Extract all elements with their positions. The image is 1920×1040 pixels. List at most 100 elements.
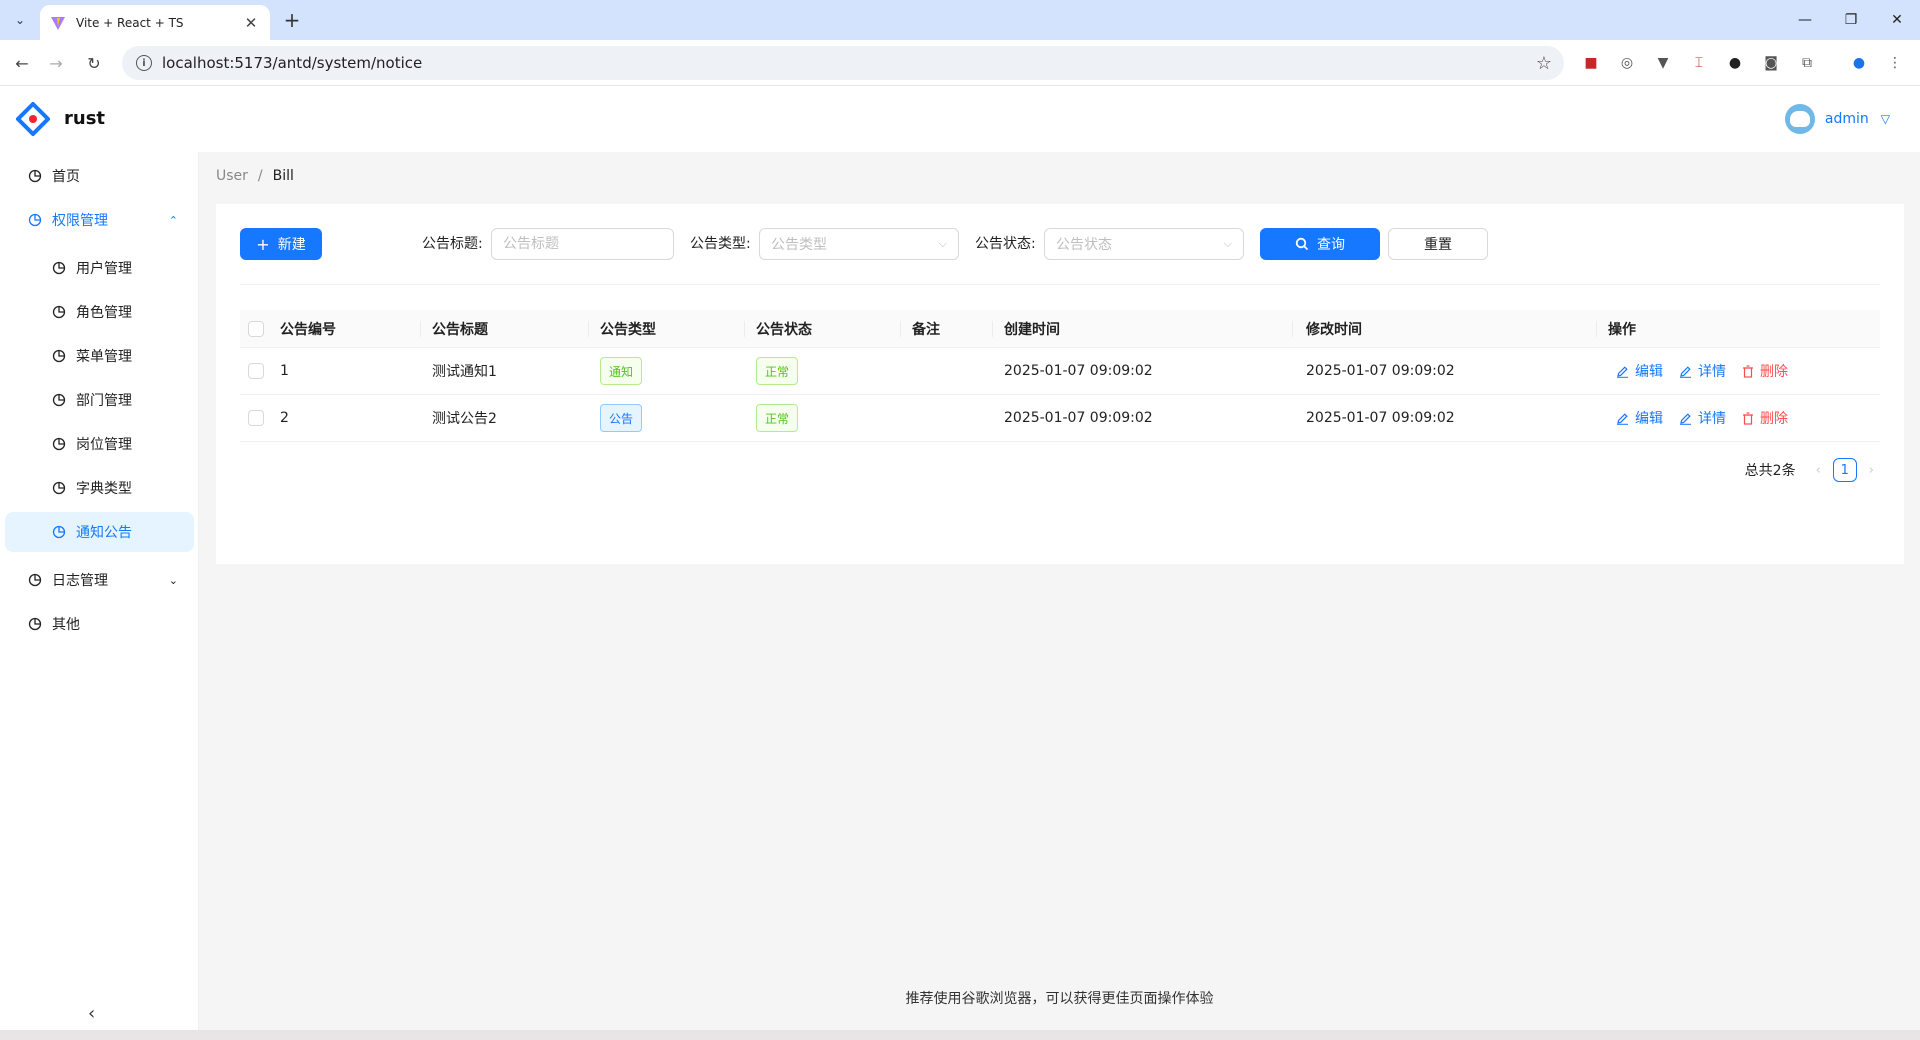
- main-card: + 新建 公告标题: 公告类型: 公告类型 ⌵ 公告状态: 公告状态 ⌵ 查询 …: [216, 204, 1904, 564]
- detail-action[interactable]: 详情: [1679, 361, 1726, 381]
- omnibox[interactable]: i localhost:5173/antd/system/notice ☆: [122, 46, 1564, 80]
- breadcrumb: User / Bill: [216, 168, 294, 184]
- delete-action[interactable]: 删除: [1742, 408, 1788, 428]
- status-tag: 正常: [756, 404, 799, 432]
- extension-camera-icon[interactable]: ◙: [1760, 52, 1782, 74]
- detail-action-label: 详情: [1698, 411, 1726, 427]
- row-checkbox[interactable]: [248, 410, 264, 426]
- pie-chart-icon: [52, 305, 66, 319]
- delete-action[interactable]: 删除: [1742, 361, 1788, 381]
- collapse-sidebar-icon[interactable]: ‹: [88, 1003, 95, 1024]
- extension-red-icon[interactable]: ■: [1580, 52, 1602, 74]
- pie-chart-icon: [52, 481, 66, 495]
- sidebar-item-departments[interactable]: 部门管理: [5, 380, 194, 420]
- reload-icon[interactable]: ↻: [82, 51, 106, 75]
- reset-button[interactable]: 重置: [1388, 228, 1488, 260]
- edit-action[interactable]: 编辑: [1616, 361, 1663, 381]
- forward-arrow-icon[interactable]: →: [44, 51, 68, 75]
- edit-action[interactable]: 编辑: [1616, 408, 1663, 428]
- app-header: rust admin ▽: [0, 86, 1920, 152]
- browser-menu-icon[interactable]: ⋮: [1884, 52, 1906, 74]
- avatar[interactable]: [1784, 104, 1815, 134]
- edit-action-label: 编辑: [1635, 411, 1663, 427]
- chevron-down-icon[interactable]: ▽: [1881, 112, 1890, 126]
- title-filter-label: 公告标题:: [422, 236, 483, 252]
- detail-action-label: 详情: [1698, 364, 1726, 380]
- type-filter-select[interactable]: 公告类型 ⌵: [759, 228, 959, 260]
- pie-chart-icon: [28, 573, 42, 587]
- new-tab-icon[interactable]: +: [280, 8, 304, 32]
- status-filter-label: 公告状态:: [975, 236, 1036, 252]
- minimize-icon[interactable]: —: [1790, 8, 1820, 32]
- notice-title: 测试通知1: [432, 364, 497, 380]
- sidebar-item-permission[interactable]: 权限管理 ⌃: [5, 200, 194, 240]
- search-button-label: 查询: [1317, 237, 1345, 253]
- column-header: 公告编号: [280, 321, 336, 338]
- pagination-total: 总共2条: [1744, 463, 1796, 479]
- sidebar-item-logs[interactable]: 日志管理 ⌄: [5, 560, 194, 600]
- pie-chart-icon: [52, 525, 66, 539]
- sidebar-item-posts[interactable]: 岗位管理: [5, 424, 194, 464]
- page-item-current[interactable]: 1: [1832, 458, 1857, 482]
- edit-icon: [1617, 412, 1628, 425]
- user-menu[interactable]: admin ▽: [1784, 104, 1890, 134]
- trash-icon: [1743, 364, 1753, 378]
- sidebar-item-label: 日志管理: [52, 573, 108, 589]
- sidebar-item-other[interactable]: 其他: [5, 604, 194, 644]
- extension-bear-icon[interactable]: ●: [1724, 52, 1746, 74]
- tab-title: Vite + React + TS: [76, 15, 184, 30]
- title-filter-input[interactable]: [491, 228, 674, 260]
- extension-flag-icon[interactable]: ⌶: [1688, 52, 1710, 74]
- browser-tab[interactable]: Vite + React + TS ✕: [40, 5, 270, 40]
- type-filter-label: 公告类型:: [690, 236, 751, 252]
- back-arrow-icon[interactable]: ←: [10, 51, 34, 75]
- pie-chart-icon: [28, 213, 42, 227]
- divider: [240, 284, 1880, 285]
- detail-action[interactable]: 详情: [1679, 408, 1726, 428]
- column-header: 公告状态: [756, 321, 812, 338]
- pie-chart-icon: [52, 393, 66, 407]
- sidebar-item-label: 通知公告: [76, 525, 132, 541]
- new-button[interactable]: + 新建: [240, 228, 322, 260]
- table-row: 2 测试公告2 公告 正常 2025-01-07 09:09:02 2025-0…: [240, 395, 1880, 442]
- browser-address-bar: ← → ↻ i localhost:5173/antd/system/notic…: [0, 40, 1920, 86]
- table-header: 公告编号 公告标题 公告类型 公告状态 备注 创建时间 修改时间 操作: [240, 310, 1880, 348]
- row-checkbox[interactable]: [248, 363, 264, 379]
- sidebar-item-home[interactable]: 首页: [5, 156, 194, 196]
- site-info-icon[interactable]: i: [136, 55, 152, 71]
- status-filter-select[interactable]: 公告状态 ⌵: [1044, 228, 1244, 260]
- restore-icon[interactable]: ❐: [1836, 8, 1866, 32]
- reset-button-label: 重置: [1424, 237, 1452, 253]
- sidebar-item-dict-types[interactable]: 字典类型: [5, 468, 194, 508]
- profile-icon[interactable]: ●: [1848, 52, 1870, 74]
- new-button-label: 新建: [277, 237, 306, 253]
- tab-close-icon[interactable]: ✕: [242, 14, 260, 32]
- prev-page-icon[interactable]: ‹: [1816, 463, 1821, 478]
- sidebar-item-roles[interactable]: 角色管理: [5, 292, 194, 332]
- sidebar-item-users[interactable]: 用户管理: [5, 248, 194, 288]
- sidebar-item-notices[interactable]: 通知公告: [5, 512, 194, 552]
- select-all-checkbox[interactable]: [248, 320, 264, 337]
- sidebar-item-label: 首页: [52, 169, 80, 185]
- edit-icon: [1680, 365, 1691, 378]
- sidebar-item-menus[interactable]: 菜单管理: [5, 336, 194, 376]
- status-tag: 正常: [756, 357, 799, 385]
- url-text[interactable]: localhost:5173/antd/system/notice: [162, 54, 1536, 72]
- sidebar: 首页 权限管理 ⌃ 用户管理 角色管理 菜单管理 部门管理 岗位管理 字典类型 …: [0, 152, 199, 1040]
- user-name[interactable]: admin: [1825, 111, 1869, 127]
- edit-icon: [1617, 365, 1628, 378]
- window-close-icon[interactable]: ✕: [1882, 8, 1912, 32]
- created-time: 2025-01-07 09:09:02: [1004, 410, 1153, 426]
- type-filter-placeholder: 公告类型: [771, 237, 827, 253]
- search-button[interactable]: 查询: [1260, 228, 1380, 260]
- notice-table: 公告编号 公告标题 公告类型 公告状态 备注 创建时间 修改时间 操作 1 测试…: [240, 310, 1880, 442]
- next-page-icon[interactable]: ›: [1869, 463, 1874, 478]
- bookmark-star-icon[interactable]: ☆: [1536, 53, 1552, 74]
- tab-search-chevron-icon[interactable]: ⌄: [8, 8, 32, 32]
- extension-face-icon[interactable]: ◎: [1616, 52, 1638, 74]
- footer-text: 推荐使用谷歌浏览器，可以获得更佳页面操作体验: [905, 991, 1214, 1007]
- extension-vue-icon[interactable]: ▼: [1652, 52, 1674, 74]
- extensions-puzzle-icon[interactable]: ⧉: [1796, 52, 1818, 74]
- breadcrumb-parent[interactable]: User: [216, 168, 248, 184]
- created-time: 2025-01-07 09:09:02: [1004, 363, 1153, 379]
